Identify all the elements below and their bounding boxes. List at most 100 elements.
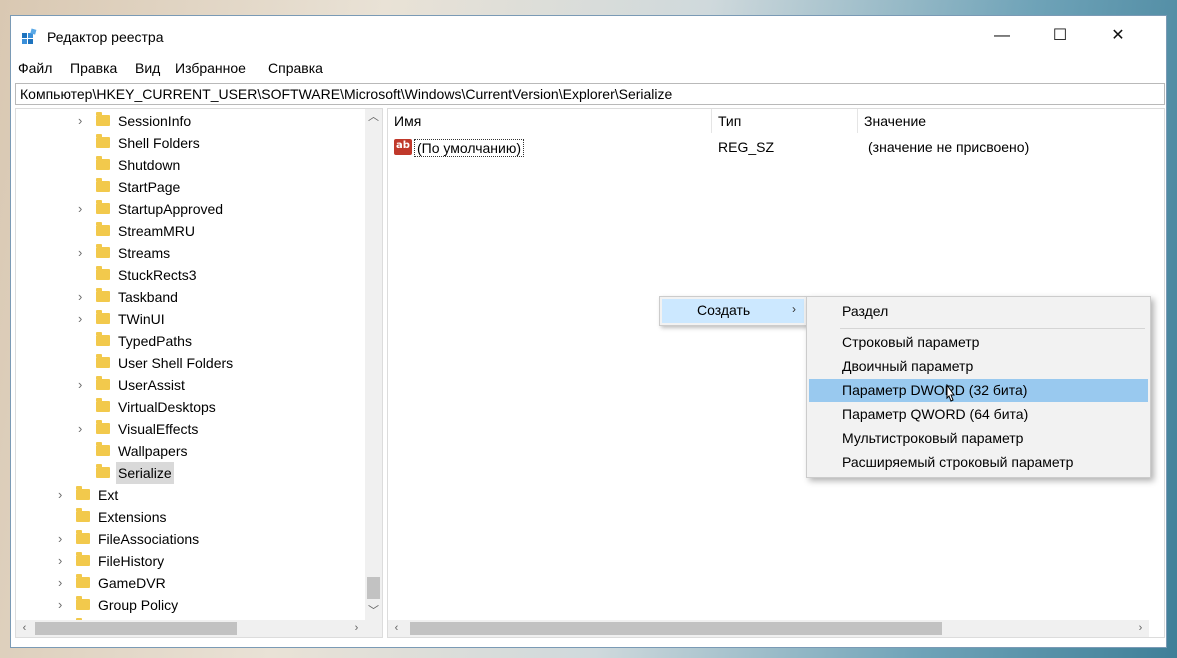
folder-icon	[76, 508, 90, 522]
folder-icon	[76, 552, 90, 566]
expand-chevron-icon[interactable]: ›	[78, 286, 88, 308]
menu-favorites[interactable]: Избранное	[175, 60, 246, 76]
folder-icon	[96, 420, 110, 434]
value-type: REG_SZ	[718, 139, 775, 155]
folder-icon	[96, 332, 110, 346]
expand-chevron-icon[interactable]: ›	[78, 110, 88, 132]
create-submenu: Раздел Строковый параметр Двоичный парам…	[806, 296, 1151, 478]
tree-vertical-scrollbar[interactable]: ︿ ﹀	[365, 109, 382, 620]
menu-bar: Файл Правка Вид Избранное Справка	[11, 58, 1166, 80]
context-create-label: Создать	[697, 302, 751, 318]
submenu-label: Мультистроковый параметр	[842, 430, 1024, 446]
expand-chevron-icon[interactable]: ›	[58, 572, 68, 594]
tree-item-label: VirtualDesktops	[118, 399, 216, 415]
expand-chevron-icon[interactable]: ›	[78, 308, 88, 330]
submenu-label: Двоичный параметр	[842, 358, 974, 374]
address-bar[interactable]: Компьютер\HKEY_CURRENT_USER\SOFTWARE\Mic…	[15, 83, 1165, 105]
folder-icon	[96, 376, 110, 390]
menu-file[interactable]: Файл	[18, 60, 52, 76]
tree-horizontal-scrollbar[interactable]: ‹ ›	[16, 620, 382, 637]
scroll-up-icon[interactable]: ︿	[365, 109, 382, 126]
tree-item-label: Shell Folders	[118, 135, 200, 151]
window-title: Редактор реестра	[47, 29, 164, 45]
tree-item-label: Extensions	[98, 509, 167, 525]
expand-chevron-icon[interactable]: ›	[58, 484, 68, 506]
context-menu-create[interactable]: Создать ›	[662, 299, 804, 323]
mouse-pointer-icon	[946, 384, 955, 402]
tree-item-label: TWinUI	[118, 311, 165, 327]
tree-hscroll-thumb[interactable]	[35, 622, 237, 635]
submenu-item-binary[interactable]: Двоичный параметр	[809, 355, 1148, 378]
tree-item-label: GameDVR	[98, 575, 166, 591]
submenu-item-qword[interactable]: Параметр QWORD (64 бита)	[809, 403, 1148, 426]
tree-item-label: TypedPaths	[118, 333, 192, 349]
column-header-value[interactable]: Значение	[858, 109, 1148, 133]
tree-item-label: FileHistory	[98, 553, 165, 569]
tree-item-label: SessionInfo	[118, 113, 192, 129]
scroll-right-icon[interactable]: ›	[348, 620, 365, 637]
folder-icon	[96, 156, 110, 170]
maximize-button[interactable]: ☐	[1031, 16, 1089, 56]
close-button[interactable]: ✕	[1089, 16, 1147, 56]
ab-string-icon: ab	[394, 139, 412, 155]
submenu-item-multistring[interactable]: Мультистроковый параметр	[809, 427, 1148, 450]
folder-icon	[96, 266, 110, 280]
expand-chevron-icon[interactable]: ›	[58, 528, 68, 550]
submenu-item-key[interactable]: Раздел	[809, 300, 1148, 323]
scroll-down-icon[interactable]: ﹀	[365, 603, 382, 620]
minimize-button[interactable]: —	[973, 16, 1031, 56]
tree-item-label: Shutdown	[118, 157, 181, 173]
folder-icon	[96, 244, 110, 258]
folder-icon	[96, 288, 110, 302]
menu-edit[interactable]: Правка	[70, 60, 117, 76]
expand-chevron-icon[interactable]: ›	[78, 374, 88, 396]
folder-icon	[96, 442, 110, 456]
scroll-left-icon[interactable]: ‹	[388, 620, 405, 637]
folder-icon	[96, 354, 110, 368]
submenu-item-dword[interactable]: Параметр DWORD (32 бита)	[809, 379, 1148, 402]
expand-chevron-icon[interactable]: ›	[58, 594, 68, 616]
submenu-label: Расширяемый строковый параметр	[842, 454, 1074, 470]
chevron-right-icon: ›	[792, 302, 796, 316]
submenu-item-expandable-string[interactable]: Расширяемый строковый параметр	[809, 451, 1148, 474]
folder-icon	[96, 464, 110, 478]
menu-view[interactable]: Вид	[135, 60, 160, 76]
folder-icon	[76, 486, 90, 500]
submenu-item-string[interactable]: Строковый параметр	[809, 331, 1148, 354]
tree-scroll-thumb[interactable]	[367, 577, 380, 599]
folder-icon	[96, 178, 110, 192]
scroll-left-icon[interactable]: ‹	[16, 620, 33, 637]
expand-chevron-icon[interactable]: ›	[78, 418, 88, 440]
tree-item-label: StreamMRU	[118, 223, 196, 239]
column-header-type[interactable]: Тип	[712, 109, 858, 133]
column-header-name[interactable]: Имя	[388, 109, 712, 133]
registry-app-icon	[22, 28, 37, 44]
value-row[interactable]: ab (По умолчанию) REG_SZ (значение не пр…	[388, 137, 1164, 159]
folder-icon	[76, 574, 90, 588]
folder-icon	[96, 112, 110, 126]
menu-help[interactable]: Справка	[268, 60, 323, 76]
tree-item-label: UserAssist	[118, 377, 185, 393]
tree-item-label: StartupApproved	[118, 201, 224, 217]
value-data: (значение не присвоено)	[868, 139, 1030, 155]
folder-icon	[96, 200, 110, 214]
tree-item-label: Taskband	[118, 289, 178, 305]
scroll-right-icon[interactable]: ›	[1132, 620, 1149, 637]
list-horizontal-scrollbar[interactable]: ‹ ›	[388, 620, 1149, 637]
context-menu: Создать ›	[659, 296, 807, 326]
tree-item-label: User Shell Folders	[118, 355, 234, 371]
folder-icon	[96, 310, 110, 324]
tree-item-label: FileAssociations	[98, 531, 200, 547]
expand-chevron-icon[interactable]: ›	[78, 198, 88, 220]
expand-chevron-icon[interactable]: ›	[58, 550, 68, 572]
expand-chevron-icon[interactable]: ›	[78, 242, 88, 264]
folder-icon	[76, 530, 90, 544]
folder-icon	[76, 596, 90, 610]
submenu-separator	[840, 328, 1145, 329]
title-bar[interactable]: Редактор реестра — ☐ ✕	[11, 16, 1166, 56]
list-hscroll-thumb[interactable]	[410, 622, 942, 635]
tree-item-label: Wallpapers	[118, 443, 188, 459]
tree-item-label: Group Policy	[98, 597, 179, 613]
key-tree-pane[interactable]: › SessionInfo Shell Folders Shutdown StartPa…	[15, 108, 383, 638]
folder-icon	[96, 222, 110, 236]
